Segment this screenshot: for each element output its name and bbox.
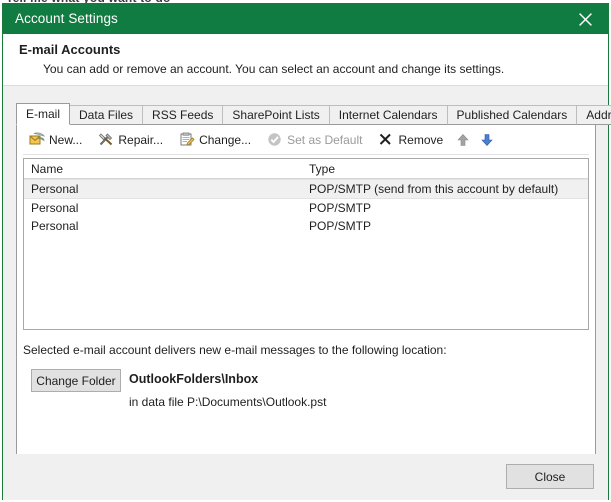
tab-rss-feeds[interactable]: RSS Feeds bbox=[142, 105, 224, 125]
account-settings-dialog: Account Settings E-mail Accounts You can… bbox=[2, 3, 611, 500]
repair-account-button[interactable]: Repair... bbox=[91, 129, 169, 151]
tab-email[interactable]: E-mail bbox=[16, 103, 71, 125]
column-header-type[interactable]: Type bbox=[305, 159, 588, 178]
change-settings-icon bbox=[178, 132, 195, 148]
arrow-up-icon[interactable] bbox=[452, 129, 474, 151]
repair-tools-icon bbox=[97, 132, 114, 148]
dialog-body: E-mail Data Files RSS Feeds SharePoint L… bbox=[3, 86, 611, 500]
cell-name: Personal bbox=[31, 201, 79, 215]
tab-label: Published Calendars bbox=[456, 108, 568, 122]
accounts-list-header: Name Type bbox=[24, 159, 588, 179]
tab-published-calendars[interactable]: Published Calendars bbox=[446, 105, 578, 125]
tab-internet-calendars[interactable]: Internet Calendars bbox=[328, 105, 448, 125]
delivery-location-label: Selected e-mail account delivers new e-m… bbox=[23, 343, 447, 357]
repair-account-label: Repair... bbox=[118, 132, 164, 147]
change-folder-button[interactable]: Change Folder bbox=[31, 369, 121, 392]
delivery-folder-path: OutlookFolders\Inbox bbox=[129, 372, 259, 386]
table-row[interactable]: Personal POP/SMTP bbox=[24, 217, 588, 235]
tab-label: Internet Calendars bbox=[338, 108, 438, 122]
cell-type: POP/SMTP (send from this account by defa… bbox=[309, 182, 559, 196]
delivery-location-section: Selected e-mail account delivers new e-m… bbox=[23, 343, 589, 409]
email-tab-panel: New... Repair... Change... Set as Defaul… bbox=[16, 124, 596, 479]
tab-label: SharePoint Lists bbox=[232, 108, 320, 122]
remove-x-icon bbox=[377, 132, 394, 148]
arrow-down-icon[interactable] bbox=[476, 129, 498, 151]
close-icon[interactable] bbox=[563, 4, 608, 34]
tab-label: Data Files bbox=[79, 108, 134, 122]
change-account-button[interactable]: Change... bbox=[172, 129, 257, 151]
tab-strip: E-mail Data Files RSS Feeds SharePoint L… bbox=[16, 103, 611, 125]
tab-label: RSS Feeds bbox=[152, 108, 214, 122]
cell-name: Personal bbox=[31, 219, 79, 233]
cell-type: POP/SMTP bbox=[309, 201, 372, 215]
dialog-title-bar: Account Settings bbox=[3, 4, 608, 34]
new-account-button[interactable]: New... bbox=[22, 129, 88, 151]
table-row[interactable]: Personal POP/SMTP bbox=[24, 199, 588, 217]
accounts-toolbar: New... Repair... Change... Set as Defaul… bbox=[17, 125, 595, 154]
check-circle-icon bbox=[266, 132, 283, 148]
change-account-label: Change... bbox=[199, 132, 252, 147]
dialog-footer: Close bbox=[3, 454, 608, 500]
new-mail-icon bbox=[28, 132, 45, 148]
tab-address-books[interactable]: Address Books bbox=[576, 105, 611, 125]
delivery-data-file: in data file P:\Documents\Outlook.pst bbox=[129, 395, 327, 409]
remove-account-button[interactable]: Remove bbox=[371, 129, 449, 151]
accounts-list[interactable]: Name Type Personal POP/SMTP (send from t… bbox=[23, 158, 589, 330]
tab-label: Address Books bbox=[586, 108, 611, 122]
page-subtitle: You can add or remove an account. You ca… bbox=[43, 62, 505, 76]
set-as-default-button[interactable]: Set as Default bbox=[260, 129, 368, 151]
table-row[interactable]: Personal POP/SMTP (send from this accoun… bbox=[24, 179, 588, 199]
close-button[interactable]: Close bbox=[506, 464, 594, 489]
column-header-name[interactable]: Name bbox=[24, 159, 305, 178]
remove-account-label: Remove bbox=[398, 132, 444, 147]
tab-data-files[interactable]: Data Files bbox=[69, 105, 144, 125]
tab-label: E-mail bbox=[26, 107, 61, 121]
dialog-header: E-mail Accounts You can add or remove an… bbox=[3, 34, 608, 86]
toolbar-divider bbox=[23, 154, 589, 155]
set-as-default-label: Set as Default bbox=[287, 132, 363, 147]
page-title: E-mail Accounts bbox=[19, 42, 121, 57]
new-account-label: New... bbox=[49, 132, 83, 147]
cell-name: Personal bbox=[31, 182, 79, 196]
cell-type: POP/SMTP bbox=[309, 219, 372, 233]
dialog-title: Account Settings bbox=[15, 11, 118, 26]
tab-sharepoint-lists[interactable]: SharePoint Lists bbox=[222, 105, 330, 125]
